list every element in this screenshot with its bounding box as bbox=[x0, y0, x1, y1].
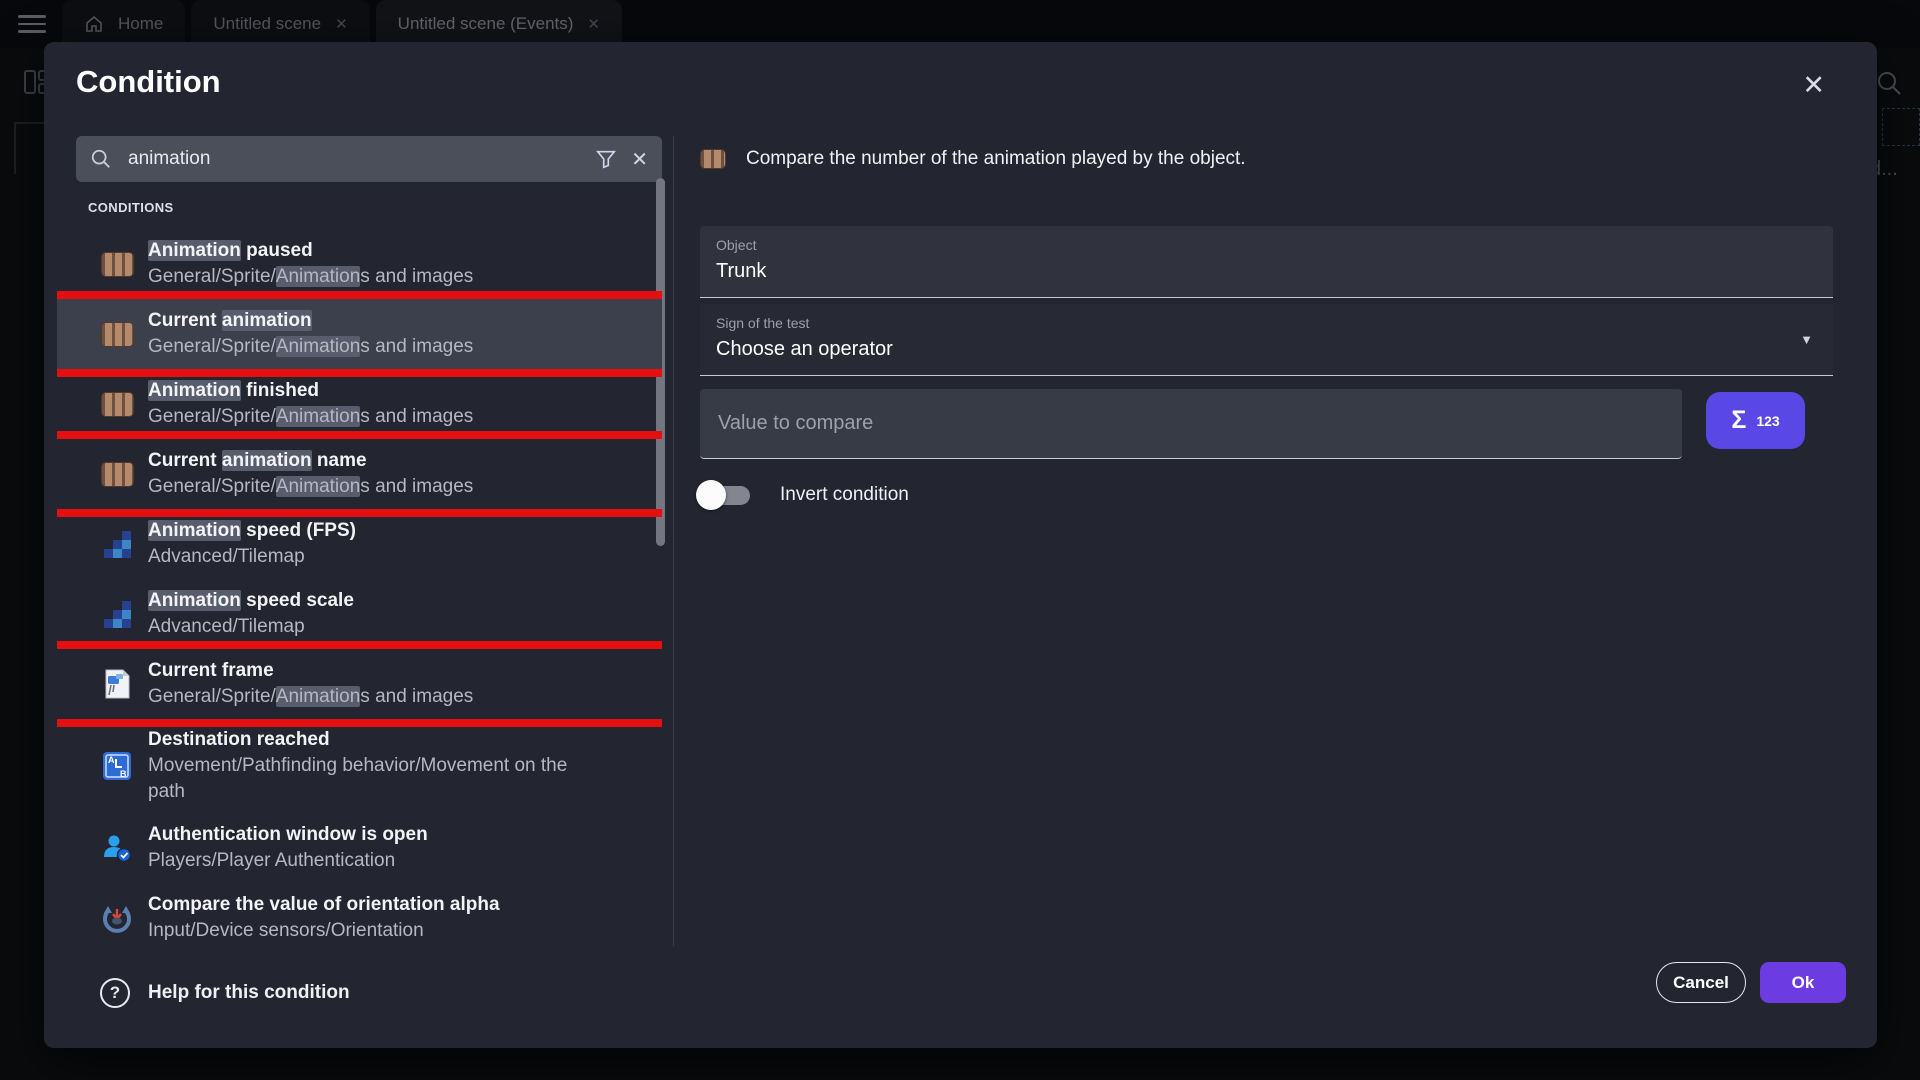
tilemap-icon bbox=[99, 529, 135, 559]
film-icon bbox=[99, 252, 135, 277]
tilemap-icon bbox=[99, 599, 135, 629]
expression-builder-button[interactable]: Σ 123 bbox=[1706, 392, 1805, 449]
condition-path: Advanced/Tilemap bbox=[148, 544, 356, 570]
list-item[interactable]: Current frameGeneral/Sprite/Animations a… bbox=[57, 649, 662, 719]
condition-title: Destination reached bbox=[148, 727, 580, 753]
condition-title: Animation finished bbox=[148, 378, 473, 404]
condition-dialog: Condition ✕ ✕ CONDITIONS Animation pause… bbox=[44, 42, 1877, 1048]
svg-text:A: A bbox=[108, 755, 115, 765]
help-link[interactable]: ? Help for this condition bbox=[100, 978, 350, 1008]
condition-title: Current animation name bbox=[148, 448, 473, 474]
svg-text:B: B bbox=[120, 769, 127, 779]
ok-button[interactable]: Ok bbox=[1760, 962, 1846, 1003]
numbers-icon: 123 bbox=[1756, 413, 1779, 429]
orientation-icon bbox=[99, 903, 135, 933]
list-item[interactable]: Current animationGeneral/Sprite/Animatio… bbox=[57, 299, 662, 369]
condition-text: Destination reachedMovement/Pathfinding … bbox=[148, 727, 580, 805]
list-item[interactable]: Animation speed (FPS)Advanced/Tilemap bbox=[57, 509, 662, 579]
condition-description-row: Compare the number of the animation play… bbox=[700, 148, 1246, 170]
sigma-icon: Σ bbox=[1731, 406, 1746, 435]
list-item[interactable]: Animation speed scaleAdvanced/Tilemap bbox=[57, 579, 662, 649]
film-icon bbox=[99, 322, 135, 347]
invert-condition-toggle[interactable] bbox=[696, 478, 754, 512]
condition-path: Advanced/Tilemap bbox=[148, 614, 354, 640]
condition-path: Input/Device sensors/Orientation bbox=[148, 918, 500, 942]
player-auth-icon bbox=[99, 833, 135, 863]
condition-path: General/Sprite/Animations and images bbox=[148, 334, 473, 360]
list-section-header: CONDITIONS bbox=[88, 200, 662, 215]
clear-search-icon[interactable]: ✕ bbox=[631, 147, 648, 172]
dialog-title: Condition bbox=[76, 64, 221, 100]
list-item[interactable]: Animation finishedGeneral/Sprite/Animati… bbox=[57, 369, 662, 439]
object-field[interactable]: Object Trunk bbox=[700, 226, 1833, 298]
condition-text: Current animation nameGeneral/Sprite/Ani… bbox=[148, 448, 473, 500]
search-input[interactable] bbox=[126, 147, 581, 171]
condition-path: Players/Player Authentication bbox=[148, 848, 428, 874]
pathfinding-icon: AB bbox=[99, 751, 135, 781]
condition-path: General/Sprite/Animations and images bbox=[148, 474, 473, 500]
panel-divider bbox=[673, 136, 674, 946]
list-item[interactable]: Animation pausedGeneral/Sprite/Animation… bbox=[57, 229, 662, 299]
condition-search: ✕ bbox=[76, 136, 662, 182]
condition-text: Compare the value of orientation alphaIn… bbox=[148, 892, 500, 942]
condition-title: Animation paused bbox=[148, 238, 473, 264]
condition-text: Current animationGeneral/Sprite/Animatio… bbox=[148, 308, 473, 360]
list-item[interactable]: AB Destination reachedMovement/Pathfindin… bbox=[57, 719, 662, 813]
list-item[interactable]: Compare the value of orientation alphaIn… bbox=[57, 883, 662, 942]
condition-description: Compare the number of the animation play… bbox=[746, 148, 1246, 170]
condition-list: CONDITIONS Animation pausedGeneral/Sprit… bbox=[57, 190, 662, 942]
condition-text: Animation pausedGeneral/Sprite/Animation… bbox=[148, 238, 473, 290]
object-field-label: Object bbox=[716, 237, 1817, 253]
operator-select-label: Sign of the test bbox=[716, 315, 1817, 331]
condition-text: Animation speed (FPS)Advanced/Tilemap bbox=[148, 518, 356, 570]
condition-title: Animation speed scale bbox=[148, 588, 354, 614]
list-item[interactable]: Current animation nameGeneral/Sprite/Ani… bbox=[57, 439, 662, 509]
value-input[interactable] bbox=[716, 411, 1666, 436]
condition-path: Movement/Pathfinding behavior/Movement o… bbox=[148, 753, 580, 805]
value-field bbox=[700, 389, 1682, 459]
condition-title: Compare the value of orientation alpha bbox=[148, 892, 500, 918]
invert-condition-row: Invert condition bbox=[696, 478, 909, 512]
object-field-value: Trunk bbox=[716, 260, 1817, 283]
condition-path: General/Sprite/Animations and images bbox=[148, 404, 473, 430]
condition-text: Current frameGeneral/Sprite/Animations a… bbox=[148, 658, 473, 710]
condition-text: Animation speed scaleAdvanced/Tilemap bbox=[148, 588, 354, 640]
filter-icon[interactable] bbox=[595, 148, 617, 170]
operator-select[interactable]: Sign of the test Choose an operator ▼ bbox=[700, 304, 1833, 376]
search-icon bbox=[90, 148, 112, 170]
list-item[interactable]: Authentication window is openPlayers/Pla… bbox=[57, 813, 662, 883]
condition-title: Animation speed (FPS) bbox=[148, 518, 356, 544]
help-label: Help for this condition bbox=[148, 982, 350, 1004]
chevron-down-icon: ▼ bbox=[1800, 332, 1813, 347]
cancel-button[interactable]: Cancel bbox=[1656, 962, 1746, 1003]
invert-condition-label: Invert condition bbox=[780, 484, 909, 506]
film-icon bbox=[99, 462, 135, 487]
condition-path: General/Sprite/Animations and images bbox=[148, 684, 473, 710]
condition-path: General/Sprite/Animations and images bbox=[148, 264, 473, 290]
condition-text: Authentication window is openPlayers/Pla… bbox=[148, 822, 428, 874]
close-dialog-icon[interactable]: ✕ bbox=[1802, 72, 1825, 99]
condition-text: Animation finishedGeneral/Sprite/Animati… bbox=[148, 378, 473, 430]
frame-icon bbox=[99, 668, 135, 700]
toggle-thumb bbox=[696, 480, 726, 510]
operator-select-value: Choose an operator bbox=[716, 338, 1817, 361]
condition-title: Current animation bbox=[148, 308, 473, 334]
help-icon: ? bbox=[100, 978, 130, 1008]
film-icon bbox=[99, 392, 135, 417]
film-icon bbox=[700, 149, 726, 169]
condition-title: Authentication window is open bbox=[148, 822, 428, 848]
condition-title: Current frame bbox=[148, 658, 473, 684]
